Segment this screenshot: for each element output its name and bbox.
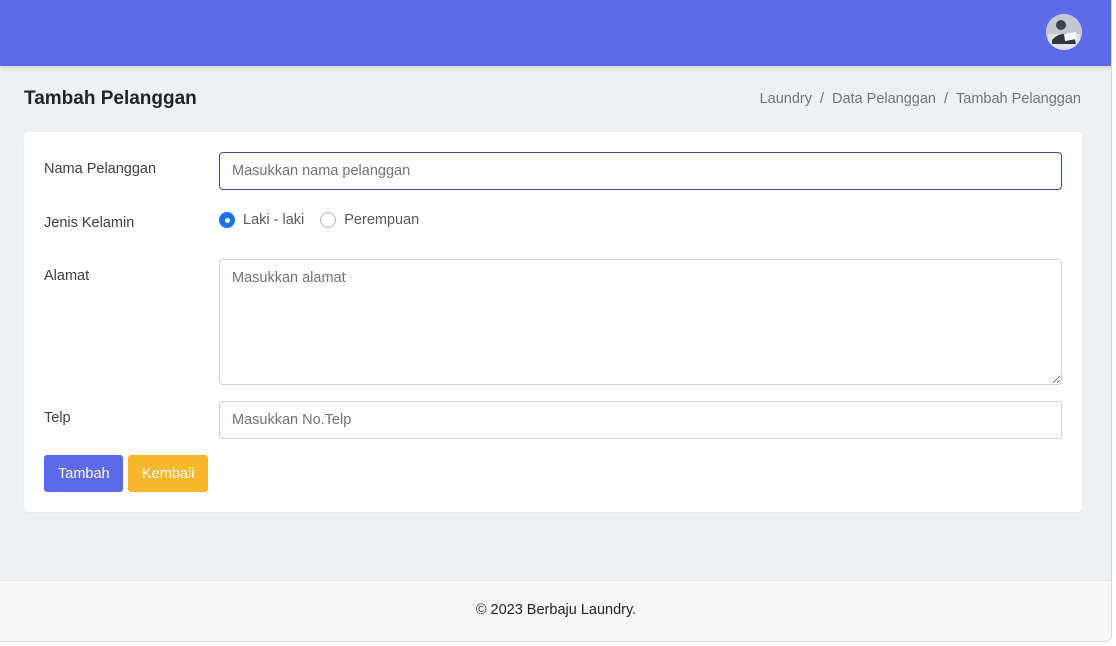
page-title: Tambah Pelanggan [24, 88, 197, 109]
form-card: Nama Pelanggan Jenis Kelamin Laki - laki… [24, 132, 1082, 512]
telp-label: Telp [44, 410, 71, 426]
telp-input[interactable] [219, 401, 1062, 439]
radio-option-laki-laki[interactable]: Laki - laki [219, 212, 304, 228]
kembali-button[interactable]: Kembali [128, 455, 208, 492]
user-avatar-icon[interactable] [1046, 14, 1082, 50]
radio-label-laki-laki: Laki - laki [243, 212, 305, 228]
avatar-image [1046, 14, 1082, 50]
app-frame: Tambah Pelanggan Laundry / Data Pelangga… [0, 0, 1112, 642]
alamat-label: Alamat [44, 268, 90, 284]
footer-copyright: © 2023 Berbaju Laundry. [475, 602, 637, 618]
nama-pelanggan-input[interactable] [219, 152, 1062, 190]
breadcrumb-item-data-pelanggan[interactable]: Data Pelanggan [832, 91, 936, 107]
radio-laki-laki[interactable] [219, 212, 235, 228]
tambah-button[interactable]: Tambah [44, 455, 123, 492]
top-navbar [0, 0, 1111, 66]
footer: © 2023 Berbaju Laundry. [0, 580, 1111, 641]
breadcrumb: Laundry / Data Pelanggan / Tambah Pelang… [760, 91, 1081, 107]
jenis-kelamin-radio-group: Laki - laki Perempuan [219, 212, 435, 228]
breadcrumb-item-tambah-pelanggan: Tambah Pelanggan [956, 91, 1081, 107]
nama-pelanggan-label: Nama Pelanggan [44, 161, 157, 177]
breadcrumb-item-laundry[interactable]: Laundry [760, 91, 812, 107]
jenis-kelamin-label: Jenis Kelamin [44, 215, 135, 231]
breadcrumb-separator: / [819, 91, 824, 107]
breadcrumb-separator: / [944, 91, 949, 107]
radio-perempuan[interactable] [320, 212, 337, 228]
radio-option-perempuan[interactable]: Perempuan [320, 212, 419, 228]
alamat-textarea[interactable] [219, 259, 1062, 385]
radio-label-perempuan: Perempuan [344, 212, 420, 228]
